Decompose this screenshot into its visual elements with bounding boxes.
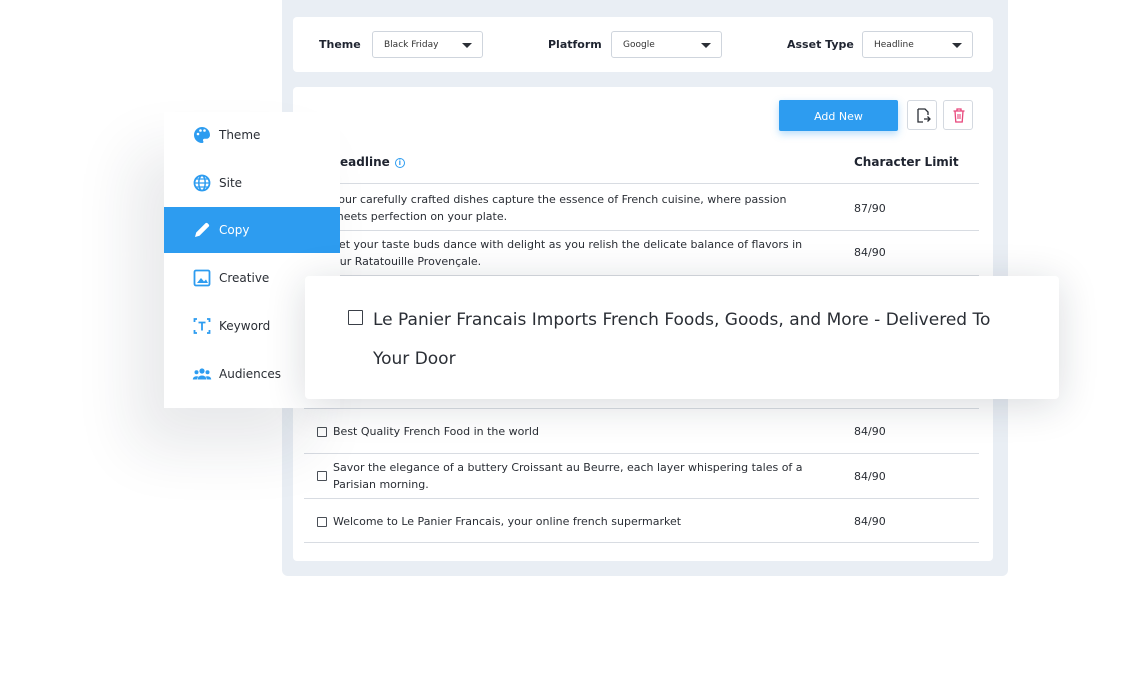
add-new-button[interactable]: Add New bbox=[779, 100, 898, 131]
image-icon bbox=[193, 269, 211, 287]
asset-type-filter-label: Asset Type bbox=[787, 38, 854, 51]
table-row-limit: 84/90 bbox=[854, 515, 886, 528]
table-row-text: Savor the elegance of a buttery Croissan… bbox=[333, 461, 803, 491]
theme-select[interactable]: Black Friday bbox=[372, 31, 483, 58]
row-checkbox[interactable] bbox=[317, 471, 327, 481]
divider bbox=[304, 542, 979, 543]
row-checkbox[interactable] bbox=[317, 517, 327, 527]
divider bbox=[304, 408, 979, 409]
theme-filter-label: Theme bbox=[319, 38, 361, 51]
sidebar-item-label: Keyword bbox=[219, 319, 271, 333]
chevron-down-icon bbox=[701, 43, 711, 48]
sidebar-item-label: Audiences bbox=[219, 367, 281, 381]
table-row-text: Welcome to Le Panier Francais, your onli… bbox=[333, 515, 682, 528]
pen-icon bbox=[195, 222, 210, 237]
users-icon bbox=[192, 368, 212, 380]
export-button[interactable] bbox=[907, 100, 937, 130]
filter-bar: Theme Black Friday Platform Google Asset… bbox=[293, 17, 993, 72]
info-icon[interactable]: i bbox=[394, 158, 405, 168]
divider bbox=[304, 453, 979, 454]
table-row-limit: 84/90 bbox=[854, 425, 886, 438]
theme-select-value: Black Friday bbox=[384, 40, 439, 50]
table-row-text: Best Quality French Food in the world bbox=[333, 425, 539, 438]
export-icon bbox=[917, 108, 931, 123]
table-row-limit: 84/90 bbox=[854, 470, 886, 483]
delete-button[interactable] bbox=[943, 100, 973, 130]
table-row-text: Your carefully crafted dishes capture th… bbox=[333, 193, 787, 223]
divider bbox=[304, 230, 979, 231]
sidebar-item-site[interactable]: Site bbox=[164, 160, 340, 206]
divider bbox=[304, 183, 979, 184]
divider bbox=[304, 498, 979, 499]
table-row-text: Let your taste buds dance with delight a… bbox=[333, 238, 803, 268]
sidebar-item-label: Theme bbox=[219, 128, 261, 142]
highlighted-headline-card: Le Panier Francais Imports French Foods,… bbox=[305, 276, 1059, 399]
table-row-limit: 87/90 bbox=[854, 202, 886, 215]
platform-filter-label: Platform bbox=[548, 38, 602, 51]
platform-select[interactable]: Google bbox=[611, 31, 722, 58]
sidebar-item-copy[interactable]: Copy bbox=[164, 207, 340, 253]
sidebar-item-theme[interactable]: Theme bbox=[164, 112, 340, 158]
headline-column-header: Headline i bbox=[330, 155, 405, 169]
asset-type-select[interactable]: Headline bbox=[862, 31, 973, 58]
row-checkbox[interactable] bbox=[317, 427, 327, 437]
table-row-limit: 84/90 bbox=[854, 246, 886, 259]
palette-icon bbox=[194, 127, 210, 143]
sidebar-item-label: Site bbox=[219, 176, 243, 190]
globe-icon bbox=[193, 174, 211, 192]
asset-type-select-value: Headline bbox=[874, 40, 914, 50]
keyword-icon bbox=[193, 318, 211, 334]
chevron-down-icon bbox=[952, 43, 962, 48]
headline-checkbox[interactable] bbox=[348, 310, 363, 325]
limit-column-header: Character Limit bbox=[854, 155, 959, 169]
trash-icon bbox=[953, 108, 965, 123]
sidebar-item-label: Copy bbox=[219, 223, 250, 237]
sidebar-item-label: Creative bbox=[219, 271, 270, 285]
platform-select-value: Google bbox=[623, 40, 655, 50]
chevron-down-icon bbox=[462, 43, 472, 48]
highlighted-headline-text: Le Panier Francais Imports French Foods,… bbox=[373, 310, 991, 369]
